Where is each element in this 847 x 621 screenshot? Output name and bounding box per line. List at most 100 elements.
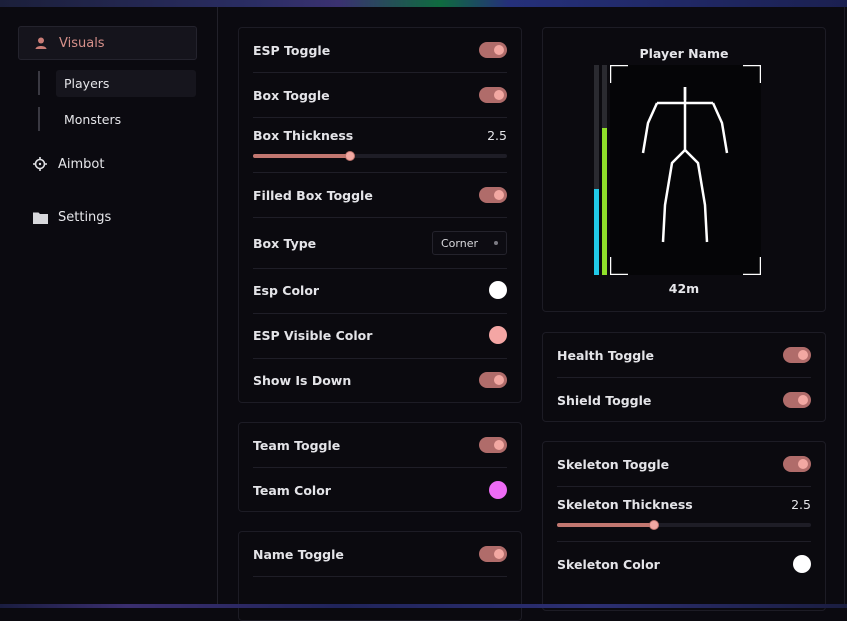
health-panel: Health Toggle Shield Toggle bbox=[542, 332, 826, 422]
box-type-label: Box Type bbox=[253, 235, 317, 251]
team-toggle-label: Team Toggle bbox=[253, 437, 341, 453]
nav-sub-monsters[interactable]: Monsters bbox=[38, 106, 129, 132]
esp-color-row: Esp Color bbox=[253, 280, 507, 300]
skeleton-thickness-slider[interactable] bbox=[557, 520, 811, 530]
filled-box-label: Filled Box Toggle bbox=[253, 187, 373, 203]
box-type-row: Box Type Corner bbox=[253, 231, 507, 255]
divider bbox=[253, 117, 507, 118]
skeleton-toggle-switch[interactable] bbox=[783, 456, 811, 472]
team-panel: Team Toggle Team Color bbox=[238, 422, 522, 512]
nav-visuals[interactable]: Visuals bbox=[18, 26, 197, 60]
shield-bar-fill bbox=[602, 128, 607, 275]
sub-indicator bbox=[38, 71, 40, 95]
crosshair-icon bbox=[32, 156, 48, 172]
menu-window: Visuals Players Monsters Aimbot Settings… bbox=[0, 7, 845, 621]
box-type-value: Corner bbox=[441, 236, 479, 250]
box-thickness-knob[interactable] bbox=[344, 151, 355, 161]
filled-box-row: Filled Box Toggle bbox=[253, 185, 507, 205]
divider bbox=[253, 72, 507, 73]
team-color-label: Team Color bbox=[253, 482, 331, 498]
filled-box-switch[interactable] bbox=[479, 187, 507, 203]
health-bar-fill bbox=[594, 188, 599, 275]
health-toggle-row: Health Toggle bbox=[557, 345, 811, 365]
box-toggle-switch[interactable] bbox=[479, 87, 507, 103]
sub-indicator bbox=[38, 107, 40, 131]
team-toggle-row: Team Toggle bbox=[253, 435, 507, 455]
esp-visible-color-swatch[interactable] bbox=[489, 326, 507, 344]
nav-settings[interactable]: Settings bbox=[18, 200, 197, 234]
box-thickness-label: Box Thickness bbox=[253, 127, 354, 143]
box-thickness-fill bbox=[253, 154, 350, 158]
team-toggle-switch[interactable] bbox=[479, 437, 507, 453]
shield-bar-track bbox=[602, 65, 607, 275]
esp-toggle-row: ESP Toggle bbox=[253, 40, 507, 60]
preview-player-name: Player Name bbox=[639, 46, 729, 61]
divider bbox=[253, 358, 507, 359]
divider bbox=[253, 467, 507, 468]
name-toggle-switch[interactable] bbox=[479, 546, 507, 562]
divider bbox=[557, 486, 811, 487]
divider bbox=[253, 576, 507, 577]
shield-toggle-switch[interactable] bbox=[783, 392, 811, 408]
divider bbox=[253, 268, 507, 269]
nav-visuals-label: Visuals bbox=[59, 35, 105, 51]
box-thickness-slider[interactable] bbox=[253, 151, 507, 161]
sidebar: Visuals Players Monsters Aimbot Settings bbox=[0, 7, 218, 604]
esp-toggle-label: ESP Toggle bbox=[253, 42, 331, 58]
health-toggle-label: Health Toggle bbox=[557, 347, 654, 363]
shield-toggle-row: Shield Toggle bbox=[557, 390, 811, 410]
nav-aimbot[interactable]: Aimbot bbox=[18, 147, 197, 181]
nav-sub-players-label: Players bbox=[56, 69, 196, 97]
name-toggle-row: Name Toggle bbox=[253, 544, 507, 564]
skeleton-thickness-value: 2.5 bbox=[791, 496, 811, 512]
folder-icon bbox=[32, 209, 48, 225]
skeleton-figure bbox=[608, 63, 763, 277]
nav-sub-players[interactable]: Players bbox=[38, 69, 196, 97]
box-type-dropdown[interactable]: Corner bbox=[432, 231, 507, 255]
show-is-down-switch[interactable] bbox=[479, 372, 507, 388]
divider bbox=[557, 377, 811, 378]
box-thickness-value: 2.5 bbox=[487, 127, 507, 143]
background-strip-top bbox=[0, 0, 847, 7]
nav-settings-label: Settings bbox=[58, 209, 112, 225]
esp-color-swatch[interactable] bbox=[489, 281, 507, 299]
team-color-swatch[interactable] bbox=[489, 481, 507, 499]
box-toggle-row: Box Toggle bbox=[253, 85, 507, 105]
divider bbox=[253, 172, 507, 173]
health-toggle-switch[interactable] bbox=[783, 347, 811, 363]
nav-sub-monsters-label: Monsters bbox=[64, 111, 122, 127]
health-bar-track bbox=[594, 65, 599, 275]
name-toggle-label: Name Toggle bbox=[253, 546, 344, 562]
dropdown-indicator-icon bbox=[494, 241, 498, 245]
skeleton-thickness-row: Skeleton Thickness 2.5 bbox=[557, 494, 811, 514]
esp-panel: ESP Toggle Box Toggle Box Thickness 2.5 … bbox=[238, 27, 522, 403]
box-toggle-label: Box Toggle bbox=[253, 87, 330, 103]
skeleton-toggle-label: Skeleton Toggle bbox=[557, 456, 670, 472]
user-icon bbox=[33, 35, 49, 51]
skeleton-toggle-row: Skeleton Toggle bbox=[557, 454, 811, 474]
preview-distance: 42m bbox=[668, 281, 700, 296]
esp-visible-color-row: ESP Visible Color bbox=[253, 325, 507, 345]
esp-toggle-switch[interactable] bbox=[479, 42, 507, 58]
player-box bbox=[608, 63, 763, 277]
team-color-row: Team Color bbox=[253, 480, 507, 500]
esp-preview-panel: Player Name 42m bbox=[542, 27, 826, 312]
skeleton-color-swatch[interactable] bbox=[793, 555, 811, 573]
skeleton-panel: Skeleton Toggle Skeleton Thickness 2.5 S… bbox=[542, 441, 826, 611]
show-is-down-row: Show Is Down bbox=[253, 370, 507, 390]
divider bbox=[557, 541, 811, 542]
esp-color-label: Esp Color bbox=[253, 282, 320, 298]
box-thickness-row: Box Thickness 2.5 bbox=[253, 125, 507, 145]
skeleton-thickness-knob[interactable] bbox=[648, 520, 659, 530]
skeleton-color-label: Skeleton Color bbox=[557, 556, 660, 572]
skeleton-thickness-fill bbox=[557, 523, 654, 527]
divider bbox=[253, 313, 507, 314]
shield-toggle-label: Shield Toggle bbox=[557, 392, 652, 408]
background-strip-bottom bbox=[0, 604, 847, 608]
nav-aimbot-label: Aimbot bbox=[58, 156, 105, 172]
skeleton-color-row: Skeleton Color bbox=[557, 554, 811, 574]
esp-visible-color-label: ESP Visible Color bbox=[253, 327, 373, 343]
divider bbox=[253, 217, 507, 218]
skeleton-thickness-label: Skeleton Thickness bbox=[557, 496, 693, 512]
show-is-down-label: Show Is Down bbox=[253, 372, 352, 388]
